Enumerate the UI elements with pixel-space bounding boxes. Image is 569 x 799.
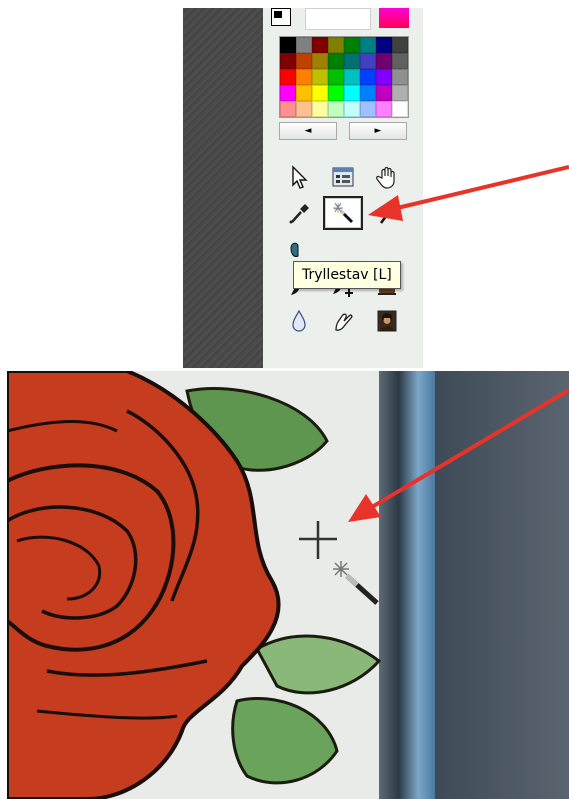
palette-color-cell[interactable]: [344, 101, 360, 117]
rose-canvas: [7, 371, 569, 799]
palette-color-cell[interactable]: [392, 37, 408, 53]
magic-wand-tool-button[interactable]: [323, 196, 363, 230]
palette-color-cell[interactable]: [376, 101, 392, 117]
palette-color-cell[interactable]: [328, 69, 344, 85]
palette-color-cell[interactable]: [392, 69, 408, 85]
palette-color-cell[interactable]: [360, 37, 376, 53]
palette-color-cell[interactable]: [392, 53, 408, 69]
paint-bucket-icon: [290, 242, 299, 257]
palette-color-cell[interactable]: [328, 101, 344, 117]
smudge-hand-icon: [335, 313, 353, 331]
canvas-background-strip: [183, 8, 263, 368]
palette-color-cell[interactable]: [312, 85, 328, 101]
palette-color-cell[interactable]: [296, 37, 312, 53]
palette-area: ◄ ►: [263, 8, 423, 368]
palette-color-cell[interactable]: [312, 69, 328, 85]
palette-color-cell[interactable]: [280, 53, 296, 69]
palette-color-cell[interactable]: [344, 69, 360, 85]
palette-color-cell[interactable]: [360, 101, 376, 117]
line-tool-button[interactable]: [367, 196, 407, 230]
portrait-icon: [377, 310, 397, 332]
arrow-pointer-icon: [292, 165, 308, 189]
palette-color-cell[interactable]: [296, 69, 312, 85]
eyedropper-icon: [289, 204, 309, 224]
palette-color-cell[interactable]: [296, 53, 312, 69]
eraser-icon: [330, 236, 356, 262]
background-color-swatch[interactable]: [305, 8, 371, 30]
palette-color-cell[interactable]: [360, 53, 376, 69]
palette-color-cell[interactable]: [312, 53, 328, 69]
palette-color-cell[interactable]: [376, 85, 392, 101]
window-list-icon: [332, 167, 354, 187]
palette-color-cell[interactable]: [376, 53, 392, 69]
pointer-tool-button[interactable]: [279, 160, 319, 194]
gradient-swatch[interactable]: [379, 8, 409, 28]
palette-color-cell[interactable]: [328, 53, 344, 69]
palette-color-cell[interactable]: [312, 37, 328, 53]
palette-color-cell[interactable]: [328, 85, 344, 101]
palette-color-cell[interactable]: [296, 101, 312, 117]
smudge-tool-button[interactable]: [323, 304, 363, 338]
tool-grid: [279, 160, 411, 340]
hand-icon: [376, 166, 395, 189]
palette-color-cell[interactable]: [280, 37, 296, 53]
palette-color-cell[interactable]: [312, 101, 328, 117]
canvas-photo: [7, 371, 569, 799]
palette-color-cell[interactable]: [344, 85, 360, 101]
water-drop-icon: [292, 309, 306, 332]
window-tool-button[interactable]: [323, 160, 363, 194]
palette-color-cell[interactable]: [280, 85, 296, 101]
eyedropper-tool-button[interactable]: [279, 196, 319, 230]
hand-tool-button[interactable]: [367, 160, 407, 194]
palette-prev-button[interactable]: ◄: [279, 122, 337, 140]
palette-color-cell[interactable]: [376, 37, 392, 53]
palette-next-button[interactable]: ►: [349, 122, 407, 140]
palette-color-cell[interactable]: [360, 69, 376, 85]
palette-color-cell[interactable]: [376, 69, 392, 85]
palette-color-cell[interactable]: [392, 85, 408, 101]
toolbox-panel: ◄ ► Tryllestav [L]: [183, 8, 423, 368]
portrait-tool-button[interactable]: [367, 304, 407, 338]
water-drop-tool-button[interactable]: [279, 304, 319, 338]
monitor-bezel: [379, 371, 435, 799]
palette-color-cell[interactable]: [344, 53, 360, 69]
tooltip: Tryllestav [L]: [293, 261, 401, 289]
palette-color-cell[interactable]: [280, 101, 296, 117]
palette-color-cell[interactable]: [344, 37, 360, 53]
line-icon: [379, 203, 397, 224]
current-color-swatch[interactable]: [271, 8, 291, 26]
magic-wand-icon: [333, 202, 354, 224]
wall-background: [435, 371, 569, 799]
palette-color-cell[interactable]: [392, 101, 408, 117]
palette-color-cell[interactable]: [296, 85, 312, 101]
color-palette-grid: [279, 36, 409, 118]
palette-color-cell[interactable]: [328, 37, 344, 53]
palette-color-cell[interactable]: [280, 69, 296, 85]
palette-color-cell[interactable]: [360, 85, 376, 101]
